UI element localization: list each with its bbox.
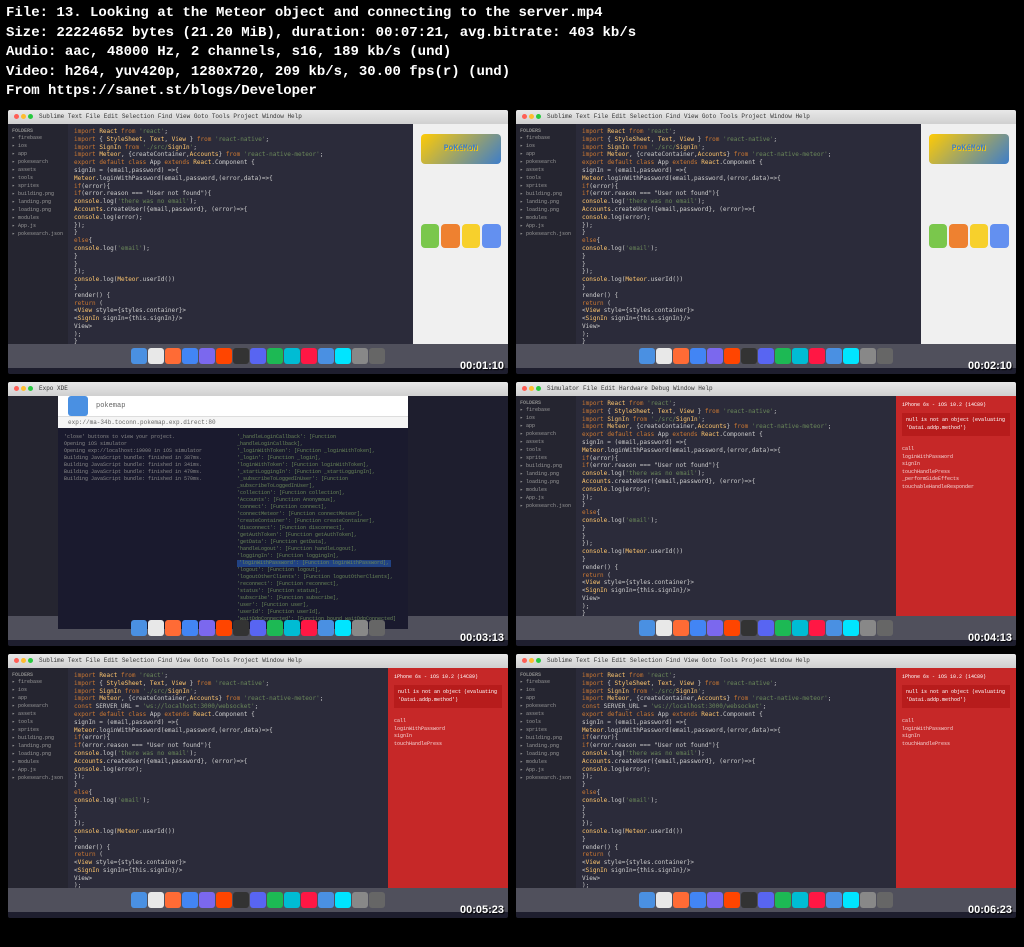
thumbnail-5: Sublime Text File Edit Selection Find Vi… bbox=[8, 654, 508, 918]
thumbnail-2: Sublime Text File Edit Selection Find Vi… bbox=[516, 110, 1016, 374]
thumbnail-grid: Sublime Text File Edit Selection Find Vi… bbox=[0, 106, 1024, 922]
error-panel: iPhone 6s - iOS 10.2 (14C89) null is not… bbox=[896, 396, 1016, 616]
video-value: h264, yuv420p, 1280x720, 209 kb/s, 30.00… bbox=[65, 64, 510, 80]
pokemon-logo: PoKéMoN bbox=[421, 134, 501, 164]
size-label: Size: bbox=[6, 25, 48, 41]
file-sidebar: FOLDERS▸ firebase▸ ios▸ app▸ pokesearch▸… bbox=[8, 124, 68, 344]
phone-preview: PoKéMoN bbox=[413, 124, 508, 344]
from-label: From bbox=[6, 83, 40, 99]
size-value: 22224652 bytes (21.20 MiB), duration: 00… bbox=[56, 25, 636, 41]
code-editor: import React from 'react';import { Style… bbox=[68, 124, 413, 344]
mac-menubar: Sublime Text File Edit Selection Find Vi… bbox=[8, 110, 508, 124]
mac-dock bbox=[8, 344, 508, 368]
file-value: 13. Looking at the Meteor object and con… bbox=[56, 5, 602, 21]
thumbnail-6: Sublime Text File Edit Selection Find Vi… bbox=[516, 654, 1016, 918]
xde-console: 'close' buttons to view your project.Ope… bbox=[58, 428, 408, 629]
timestamp: 00:01:10 bbox=[460, 360, 504, 372]
media-info-header: File: 13. Looking at the Meteor object a… bbox=[0, 0, 1024, 106]
thumbnail-3: Expo XDE pokemap exp://ma-34b.toconn.pok… bbox=[8, 382, 508, 646]
file-label: File: bbox=[6, 5, 48, 21]
audio-value: aac, 48000 Hz, 2 channels, s16, 189 kb/s… bbox=[65, 44, 451, 60]
thumbnail-4: Simulator File Edit Hardware Debug Windo… bbox=[516, 382, 1016, 646]
video-label: Video: bbox=[6, 64, 56, 80]
thumbnail-1: Sublime Text File Edit Selection Find Vi… bbox=[8, 110, 508, 374]
from-value: https://sanet.st/blogs/Developer bbox=[48, 83, 317, 99]
audio-label: Audio: bbox=[6, 44, 56, 60]
